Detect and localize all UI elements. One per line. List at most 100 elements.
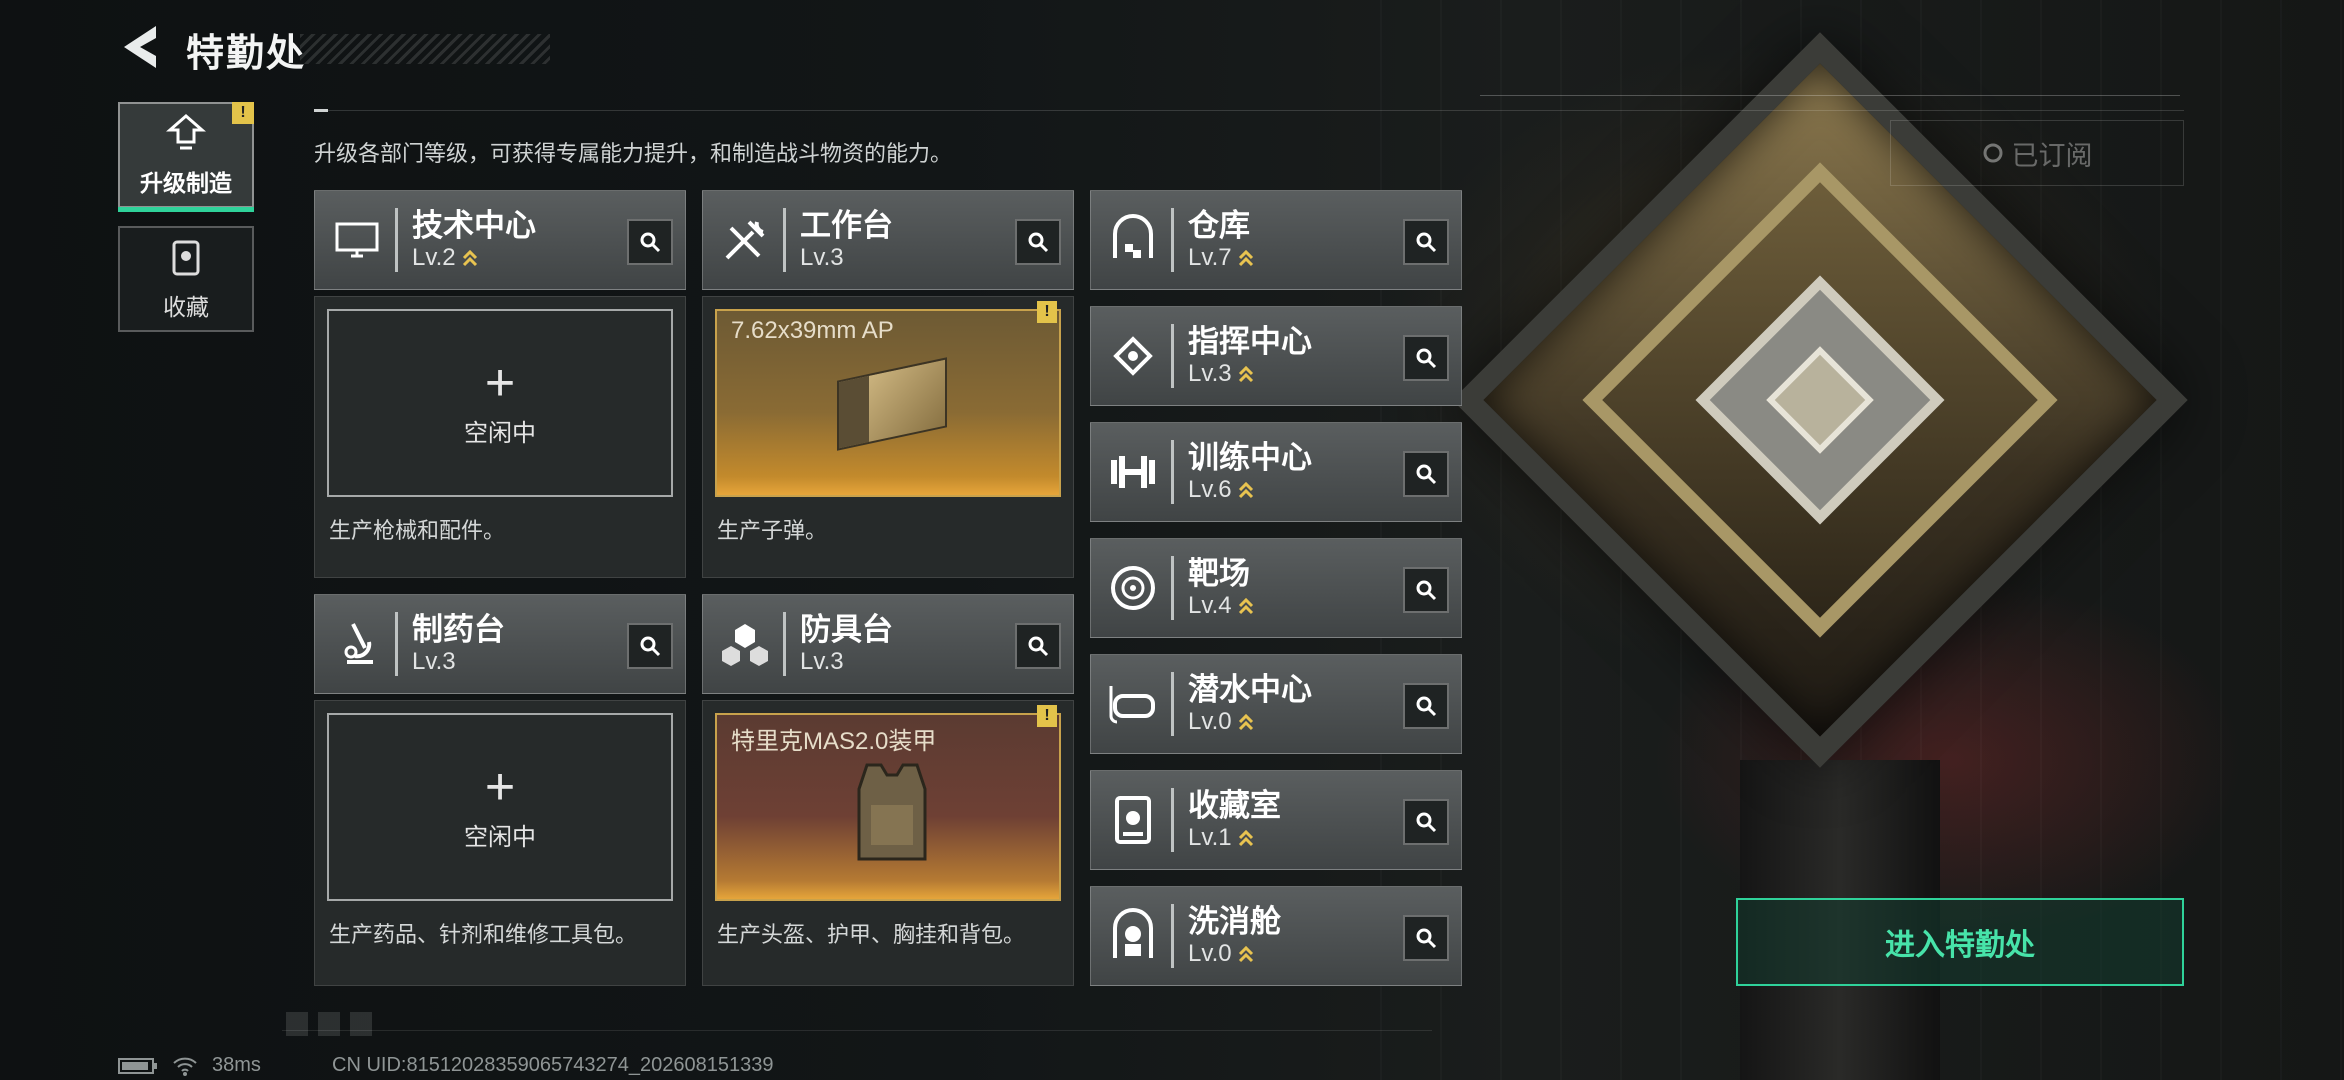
facility-shooting-range[interactable]: 靶场 Lv.4	[1090, 538, 1462, 638]
search-button[interactable]	[1403, 219, 1449, 265]
production-slot-active[interactable]: 特里克MAS2.0装甲 !	[715, 705, 1061, 901]
dept-level: Lv.3	[800, 244, 844, 271]
monitor-icon	[335, 222, 379, 258]
production-slot-empty[interactable]: + 空闲中	[327, 713, 673, 901]
search-icon	[1028, 232, 1049, 253]
armor-vest-image	[857, 763, 927, 861]
production-slot-empty[interactable]: + 空闲中	[327, 309, 673, 497]
facility-level: Lv.7	[1188, 244, 1232, 271]
search-button[interactable]	[1015, 219, 1061, 265]
dept-desc: 生产药品、针剂和维修工具包。	[329, 922, 638, 947]
dept-level: Lv.3	[800, 648, 844, 675]
divider	[282, 1030, 1432, 1031]
facility-name: 仓库	[1188, 208, 1250, 243]
product-name: 7.62x39mm AP	[731, 317, 894, 344]
dept-card-pharmacy[interactable]: 制药台 Lv.3	[314, 594, 686, 694]
enter-special-ops-button[interactable]: 进入特勤处	[1736, 898, 2184, 986]
search-icon	[1416, 232, 1437, 253]
facility-warehouse[interactable]: 仓库 Lv.7	[1090, 190, 1462, 290]
dept-panel-workbench: 7.62x39mm AP ! 生产子弹。	[702, 296, 1074, 578]
title-decoration	[300, 34, 550, 64]
dept-name: 制药台	[412, 612, 505, 647]
search-button[interactable]	[1015, 623, 1061, 669]
plus-icon: +	[484, 353, 516, 412]
upgrade-chevron-icon	[1238, 945, 1253, 963]
search-button[interactable]	[627, 623, 673, 669]
dept-name: 工作台	[800, 208, 893, 243]
facility-name: 靶场	[1188, 556, 1250, 591]
facility-diving-center[interactable]: 潜水中心 Lv.0	[1090, 654, 1462, 754]
search-icon	[1416, 464, 1437, 485]
dept-name: 技术中心	[412, 208, 536, 243]
upgrade-chevron-icon	[1238, 829, 1253, 847]
subscribed-button[interactable]: 已订阅	[1890, 120, 2184, 186]
search-button[interactable]	[1403, 567, 1449, 613]
page-title: 特勤处	[186, 33, 307, 75]
alert-badge: !	[1037, 705, 1057, 727]
alert-badge: !	[232, 102, 254, 124]
search-icon	[1416, 812, 1437, 833]
microscope-icon	[344, 623, 373, 664]
ammo-box-image	[837, 357, 947, 451]
search-button[interactable]	[627, 219, 673, 265]
back-arrow-icon	[124, 26, 156, 68]
ping-label: 38ms	[212, 1054, 261, 1076]
hazmat-icon	[1113, 908, 1153, 958]
upgrade-chevron-icon	[1238, 249, 1253, 267]
idle-label: 空闲中	[464, 823, 536, 851]
intro-text: 升级各部门等级，可获得专属能力提升，和制造战斗物资的能力。	[314, 141, 953, 166]
facility-collection-room[interactable]: 收藏室 Lv.1	[1090, 770, 1462, 870]
facility-name: 指挥中心	[1188, 324, 1312, 359]
facility-training-center[interactable]: 训练中心 Lv.6	[1090, 422, 1462, 522]
search-icon	[1416, 928, 1437, 949]
status-bar: 38ms	[118, 1054, 261, 1077]
dumbbell-icon	[1111, 456, 1155, 488]
dept-name: 防具台	[800, 612, 893, 647]
dept-card-workbench[interactable]: 工作台 Lv.3	[702, 190, 1074, 290]
target-icon	[1111, 566, 1155, 610]
production-slot-active[interactable]: 7.62x39mm AP !	[715, 301, 1061, 497]
facility-level: Lv.3	[1188, 360, 1232, 387]
dept-panel-pharmacy: + 空闲中 生产药品、针剂和维修工具包。	[314, 700, 686, 986]
facility-command-center[interactable]: 指挥中心 Lv.3	[1090, 306, 1462, 406]
facility-level: Lv.4	[1188, 592, 1232, 619]
facility-decontamination-chamber[interactable]: 洗消舱 Lv.0	[1090, 886, 1462, 986]
diving-mask-icon	[1109, 686, 1155, 724]
subscribed-label: 已订阅	[2011, 140, 2093, 171]
divider	[314, 109, 2184, 112]
plus-icon: +	[484, 757, 516, 816]
bottom-decoration	[282, 1012, 382, 1036]
tab-collection[interactable]: 收藏	[118, 226, 254, 332]
dept-desc: 生产枪械和配件。	[329, 518, 506, 543]
upgrade-chevron-icon	[1238, 713, 1253, 731]
tab-label: 升级制造	[140, 170, 232, 196]
dept-card-armor-bench[interactable]: 防具台 Lv.3	[702, 594, 1074, 694]
facility-level: Lv.0	[1188, 708, 1232, 735]
tab-label: 收藏	[163, 294, 209, 320]
tab-upgrade-craft[interactable]: ! 升级制造	[118, 102, 254, 212]
battery-icon	[118, 1057, 157, 1074]
search-button[interactable]	[1403, 335, 1449, 381]
search-button[interactable]	[1403, 915, 1449, 961]
dept-level: Lv.2	[412, 244, 456, 271]
dept-desc: 生产头盔、护甲、胸挂和背包。	[717, 922, 1026, 947]
dept-card-tech-center[interactable]: 技术中心 Lv.2	[314, 190, 686, 290]
subscribe-icon	[1983, 143, 2002, 163]
uid-label: CN UID:8151202835906574327​4_20260815133…	[332, 1054, 774, 1076]
wifi-icon	[173, 1057, 197, 1076]
upgrade-icon	[166, 114, 206, 150]
dept-panel-armor-bench: 特里克MAS2.0装甲 ! 生产头盔、护甲、胸挂和背包。	[702, 700, 1074, 986]
facility-level: Lv.0	[1188, 940, 1232, 967]
product-name: 特里克MAS2.0装甲	[731, 728, 937, 755]
cubes-icon	[722, 624, 768, 666]
back-button[interactable]	[118, 22, 162, 72]
facility-name: 收藏室	[1188, 788, 1281, 823]
search-button[interactable]	[1403, 799, 1449, 845]
search-icon	[1416, 696, 1437, 717]
upgrade-chevron-icon	[462, 249, 477, 267]
search-icon	[1416, 580, 1437, 601]
search-button[interactable]	[1403, 683, 1449, 729]
search-button[interactable]	[1403, 451, 1449, 497]
collection-icon	[172, 240, 200, 276]
search-icon	[1416, 348, 1437, 369]
